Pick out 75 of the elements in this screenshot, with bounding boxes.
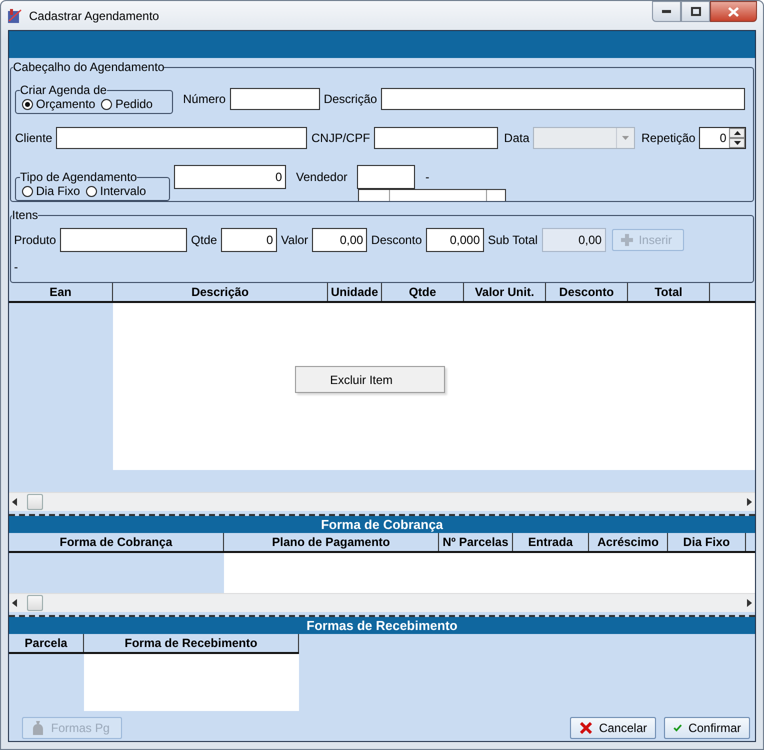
left-arrow-icon — [12, 599, 17, 607]
column-header[interactable]: Nº Parcelas — [439, 533, 513, 551]
column-header[interactable]: Forma de Recebimento — [84, 634, 299, 652]
scroll-thumb[interactable] — [27, 494, 43, 510]
confirm-button[interactable]: Confirmar — [664, 717, 750, 739]
bag-icon — [31, 720, 45, 736]
column-header[interactable]: Acréscimo — [589, 533, 668, 551]
minimize-icon — [662, 10, 671, 13]
input-field[interactable] — [374, 127, 498, 149]
group-title: Cabeçalho do Agendamento — [13, 60, 164, 74]
input-field[interactable] — [381, 88, 746, 110]
group-title: Itens — [12, 208, 38, 222]
field-label: Cliente — [15, 131, 52, 145]
column-header[interactable]: Dia Fixo — [668, 533, 746, 551]
column-header[interactable]: Ean — [9, 283, 113, 301]
field-label: Valor — [281, 233, 308, 247]
input-field[interactable] — [60, 228, 188, 252]
product-description: - — [14, 260, 18, 274]
field-label: Sub Total — [488, 233, 538, 247]
window-title: Cadastrar Agendamento — [29, 8, 160, 22]
field-label: Produto — [14, 233, 56, 247]
column-header[interactable]: Entrada — [513, 533, 589, 551]
up-arrow-icon — [734, 131, 741, 135]
section-title: Formas de Recebimento — [9, 617, 755, 634]
input-field[interactable] — [357, 165, 416, 189]
spin-field[interactable]: 0 — [699, 127, 746, 149]
column-header[interactable]: Parcela — [9, 634, 84, 652]
column-header[interactable]: Valor Unit. — [464, 283, 546, 301]
scroll-thumb[interactable] — [27, 595, 43, 611]
radio-option[interactable]: Pedido — [101, 97, 153, 111]
input-field[interactable]: 0,00 — [312, 228, 368, 252]
input-field[interactable]: 0,000 — [426, 228, 484, 252]
right-arrow-icon — [747, 599, 752, 607]
field-label: Data — [504, 131, 530, 145]
close-button[interactable] — [710, 1, 757, 22]
field-label: Número — [183, 92, 226, 106]
radio-option[interactable]: Dia Fixo — [22, 184, 80, 198]
dropdown-arrow-icon — [622, 136, 630, 140]
field-label: Descrição — [324, 92, 378, 106]
field-label: Repetição — [641, 131, 696, 145]
plus-icon — [620, 234, 633, 246]
cancel-button[interactable]: Cancelar — [570, 717, 656, 739]
input-field[interactable] — [56, 127, 308, 149]
group-title: Tipo de Agendamento — [20, 170, 137, 184]
column-header[interactable]: Desconto — [546, 283, 628, 301]
column-header[interactable]: Unidade — [328, 283, 382, 301]
field-label: Desconto — [371, 233, 422, 247]
column-header[interactable]: Plano de Pagamento — [224, 533, 439, 551]
horizontal-scrollbar[interactable] — [9, 593, 755, 612]
field-label: CNJP/CPF — [311, 131, 370, 145]
maximize-icon — [690, 7, 700, 16]
input-field[interactable]: 0 — [174, 165, 286, 189]
field-label: Qtde — [191, 233, 218, 247]
column-header[interactable]: Qtde — [382, 283, 464, 301]
column-header[interactable]: Descrição — [113, 283, 328, 301]
input-field[interactable] — [230, 88, 320, 110]
left-arrow-icon — [12, 498, 17, 506]
radio-option[interactable]: Intervalo — [86, 184, 146, 198]
field-label: Vendedor — [296, 170, 348, 184]
column-header[interactable]: Total — [628, 283, 710, 301]
column-header[interactable]: Forma de Cobrança — [9, 533, 224, 551]
right-arrow-icon — [747, 498, 752, 506]
section-title: Forma de Cobrança — [9, 516, 755, 533]
input-field[interactable]: 0 — [221, 228, 278, 252]
group-title: Criar Agenda de — [20, 83, 107, 97]
down-arrow-icon — [734, 141, 741, 145]
close-icon — [728, 6, 739, 16]
close-icon — [579, 721, 593, 735]
maximize-button[interactable] — [681, 1, 710, 22]
horizontal-scrollbar[interactable] — [9, 492, 755, 511]
app-icon — [7, 8, 23, 24]
minimize-button[interactable] — [652, 1, 681, 22]
radio-option[interactable]: Orçamento — [22, 97, 96, 111]
menu-item[interactable]: Excluir Item — [330, 372, 393, 386]
seller-name: - — [425, 170, 430, 184]
